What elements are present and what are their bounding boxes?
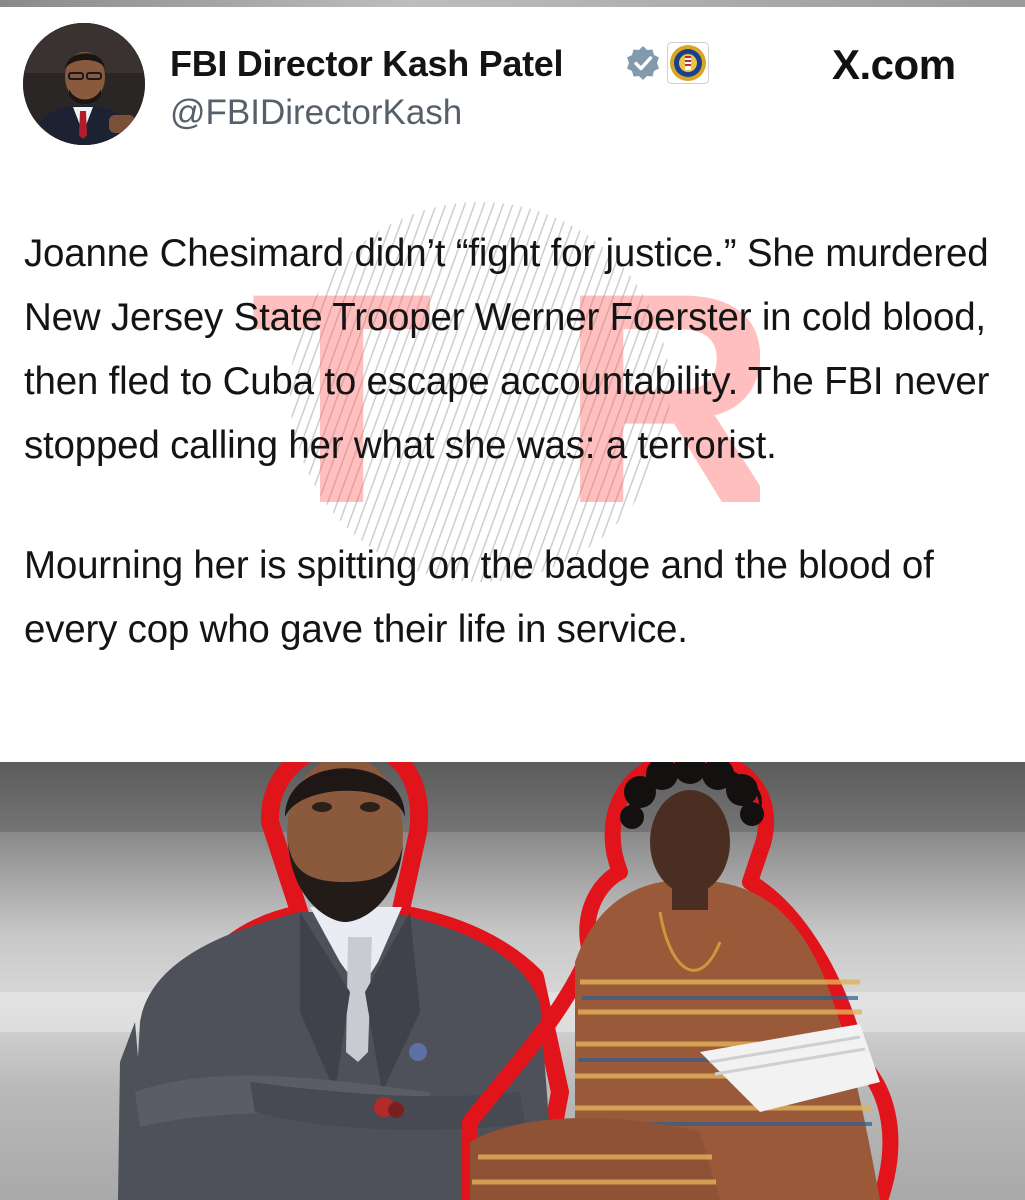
avatar[interactable] xyxy=(23,23,145,145)
post-paragraph: Mourning her is spitting on the badge an… xyxy=(24,544,934,651)
fbi-seal-icon xyxy=(667,42,709,84)
top-strip xyxy=(0,0,1025,7)
post-text: Joanne Chesimard didn’t “fight for justi… xyxy=(24,222,1014,662)
display-name[interactable]: FBI Director Kash Patel xyxy=(170,43,564,85)
site-label: X.com xyxy=(832,41,956,88)
attached-photo[interactable] xyxy=(0,762,1025,1200)
post-paragraph: Joanne Chesimard didn’t “fight for justi… xyxy=(24,232,990,467)
user-handle[interactable]: @FBIDirectorKash xyxy=(170,93,462,133)
verified-badge-icon xyxy=(627,46,659,80)
post-card: FBI Director Kash Patel @FBIDirectorKash… xyxy=(0,7,1025,762)
